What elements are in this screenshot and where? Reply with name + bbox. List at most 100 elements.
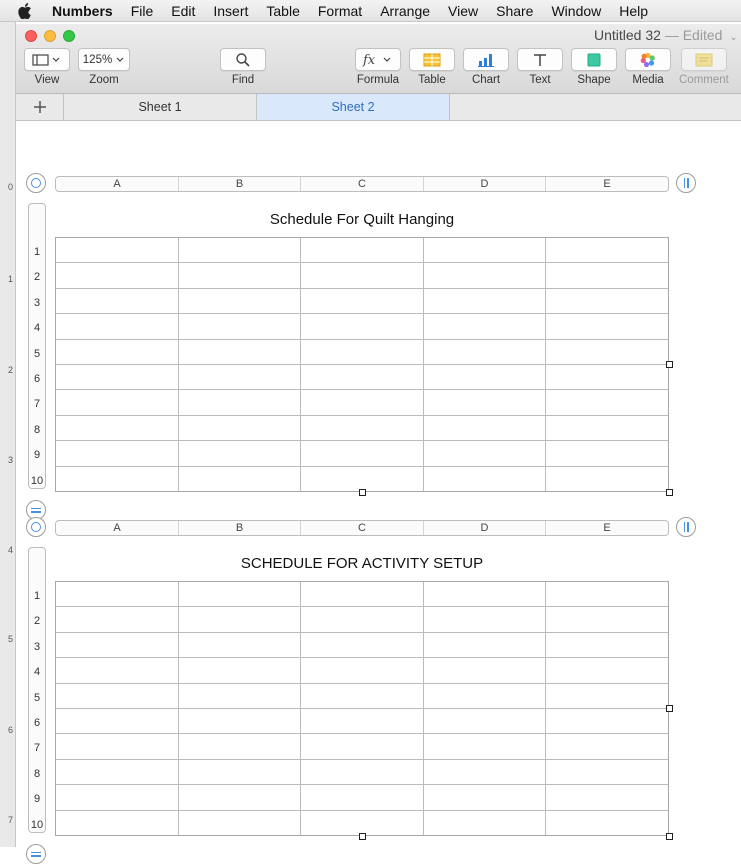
row-header[interactable]: 4: [29, 322, 45, 334]
zoom-value: 125%: [82, 53, 113, 66]
chart-label: Chart: [471, 74, 501, 86]
table-grid[interactable]: [55, 581, 669, 836]
menu-insert[interactable]: Insert: [213, 3, 248, 19]
insert-table-button[interactable]: [409, 48, 455, 71]
row-header[interactable]: 2: [29, 615, 45, 627]
column-header-bar: A B C D E: [55, 520, 669, 536]
table-title[interactable]: Schedule For Quilt Hanging: [55, 211, 669, 228]
menu-window[interactable]: Window: [551, 3, 601, 19]
close-window-button[interactable]: [25, 30, 37, 42]
add-column-button[interactable]: [676, 517, 696, 537]
row-header[interactable]: 10: [29, 819, 45, 831]
text-icon: [534, 53, 546, 66]
edited-status: — Edited: [664, 27, 723, 43]
add-sheet-button[interactable]: [16, 94, 64, 120]
select-table-button[interactable]: [26, 517, 46, 537]
row-header[interactable]: 1: [29, 246, 45, 258]
menu-app-name[interactable]: Numbers: [52, 3, 113, 19]
apple-icon[interactable]: [18, 2, 38, 19]
row-header[interactable]: 7: [29, 398, 45, 410]
tab-sheet-1[interactable]: Sheet 1: [64, 94, 257, 120]
document-title[interactable]: Untitled 32 — Edited ⌄: [594, 27, 738, 43]
menu-format[interactable]: Format: [318, 3, 362, 19]
column-header[interactable]: E: [546, 177, 668, 191]
menu-view[interactable]: View: [448, 3, 478, 19]
insert-comment-button[interactable]: [680, 48, 727, 71]
ruler-tick: 6: [8, 725, 14, 735]
column-header[interactable]: C: [301, 521, 424, 535]
row-header[interactable]: 5: [29, 692, 45, 704]
add-column-button[interactable]: [676, 173, 696, 193]
row-header[interactable]: 5: [29, 348, 45, 360]
circle-icon: [31, 178, 41, 188]
menu-file[interactable]: File: [131, 3, 154, 19]
insert-media-button[interactable]: [625, 48, 671, 71]
ruler-tick: 3: [8, 455, 14, 465]
row-header[interactable]: 2: [29, 271, 45, 283]
table-quilt-hanging: A B C D E 1 2 3 4 5 6 7 8 9 10 Schedule …: [16, 121, 741, 496]
insert-shape-button[interactable]: [571, 48, 617, 71]
column-header[interactable]: B: [179, 521, 301, 535]
ruler-tick: 5: [8, 634, 14, 644]
minimize-window-button[interactable]: [44, 30, 56, 42]
chevron-down-icon: ⌄: [729, 32, 738, 43]
row-header-bar: 1 2 3 4 5 6 7 8 9 10: [28, 547, 46, 833]
find-label: Find: [231, 74, 255, 86]
sheet-canvas[interactable]: A B C D E 1 2 3 4 5 6 7 8 9 10 Schedule …: [16, 121, 741, 864]
column-header[interactable]: A: [56, 177, 179, 191]
text-label: Text: [529, 74, 551, 86]
comment-note-icon: [695, 53, 713, 66]
fullscreen-window-button[interactable]: [63, 30, 75, 42]
menu-arrange[interactable]: Arrange: [380, 3, 430, 19]
add-row-button[interactable]: [26, 844, 46, 864]
menu-share[interactable]: Share: [496, 3, 533, 19]
select-table-button[interactable]: [26, 173, 46, 193]
row-header[interactable]: 1: [29, 590, 45, 602]
formula-tool: fx Formula: [355, 48, 401, 86]
menu-table[interactable]: Table: [266, 3, 299, 19]
insert-chart-button[interactable]: [463, 48, 509, 71]
formula-button[interactable]: fx: [355, 48, 401, 71]
row-header[interactable]: 3: [29, 641, 45, 653]
row-header[interactable]: 7: [29, 742, 45, 754]
comment-label: Comment: [679, 74, 729, 86]
zoom-label: Zoom: [89, 74, 119, 86]
row-header[interactable]: 9: [29, 793, 45, 805]
find-tool: Find: [220, 48, 266, 86]
view-label: View: [34, 74, 60, 86]
menu-bar: Numbers File Edit Insert Table Format Ar…: [0, 0, 741, 22]
tab-sheet-2[interactable]: Sheet 2: [257, 94, 450, 120]
find-button[interactable]: [220, 48, 266, 71]
view-button[interactable]: [24, 48, 70, 71]
resize-handle-bottom[interactable]: [359, 833, 366, 840]
menu-edit[interactable]: Edit: [171, 3, 195, 19]
zoom-select[interactable]: 125%: [78, 48, 130, 71]
table-title[interactable]: SCHEDULE FOR ACTIVITY SETUP: [55, 555, 669, 572]
row-header[interactable]: 9: [29, 449, 45, 461]
numbers-window: Untitled 32 — Edited ⌄ View 125% Zoom Fi…: [16, 24, 741, 864]
insert-text-button[interactable]: [517, 48, 563, 71]
column-header[interactable]: A: [56, 521, 179, 535]
column-header[interactable]: C: [301, 177, 424, 191]
column-header[interactable]: D: [424, 521, 546, 535]
sidebar-icon: [32, 53, 60, 66]
row-header[interactable]: 6: [29, 373, 45, 385]
chevron-down-icon: [116, 57, 124, 62]
resize-handle-right[interactable]: [666, 361, 673, 368]
row-header[interactable]: 8: [29, 424, 45, 436]
menu-help[interactable]: Help: [619, 3, 648, 19]
row-header[interactable]: 6: [29, 717, 45, 729]
row-header[interactable]: 8: [29, 768, 45, 780]
circle-icon: [31, 522, 41, 532]
table-grid[interactable]: [55, 237, 669, 492]
column-header[interactable]: B: [179, 177, 301, 191]
resize-handle-right[interactable]: [666, 705, 673, 712]
sheet-tab-bar: Sheet 1 Sheet 2: [16, 94, 741, 121]
column-header[interactable]: E: [546, 521, 668, 535]
column-handle-icon: [683, 522, 689, 532]
ruler-tick: 4: [8, 545, 14, 555]
row-header[interactable]: 4: [29, 666, 45, 678]
resize-handle-corner[interactable]: [666, 833, 673, 840]
column-header[interactable]: D: [424, 177, 546, 191]
row-header[interactable]: 3: [29, 297, 45, 309]
